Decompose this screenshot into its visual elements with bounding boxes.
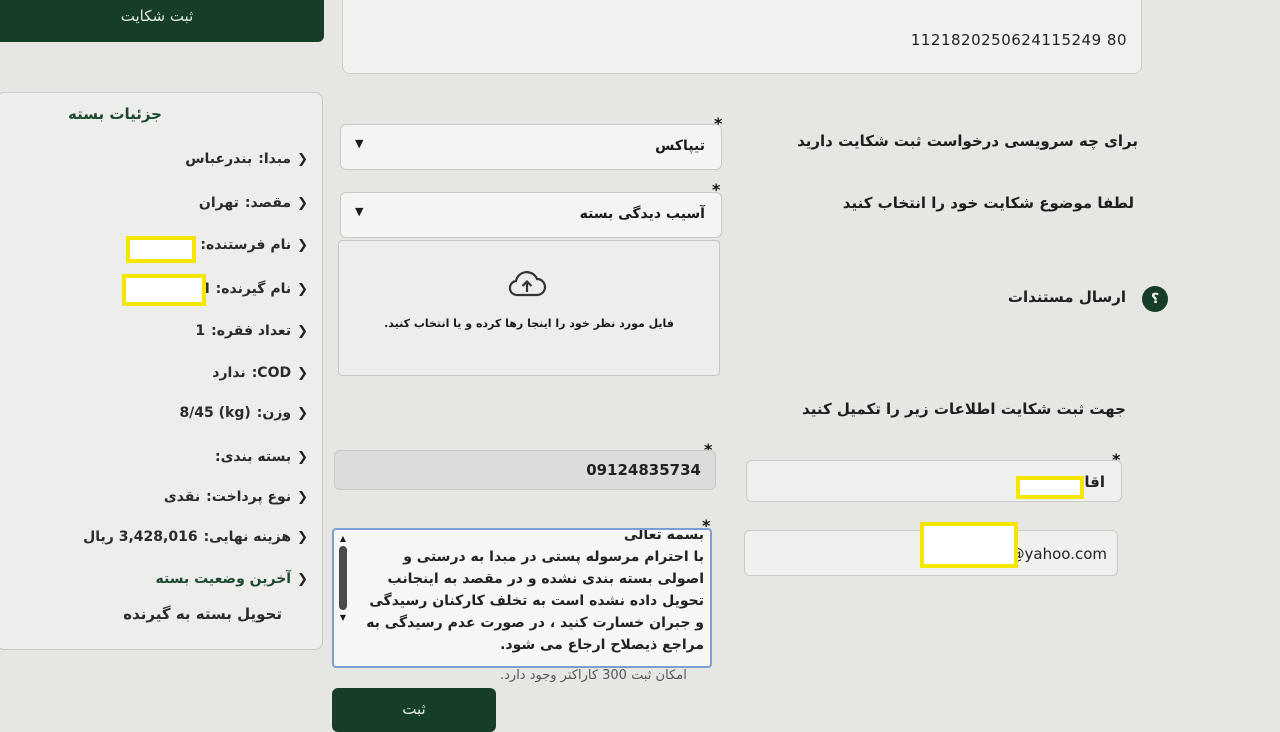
redaction-box (122, 274, 206, 306)
detail-destination: ❮ مقصد: تهران (199, 195, 308, 211)
submit-complaint-top-button[interactable]: ثبت شکایت (0, 0, 324, 42)
file-upload-dropzone[interactable]: فایل مورد نظر خود را اینجا رها کرده و یا… (338, 240, 720, 376)
phone-value: 09124835734 (586, 461, 701, 479)
topic-question-label: لطفا موضوع شکایت خود را انتخاب کنید (842, 194, 1134, 212)
detail-value: 1 (195, 323, 206, 339)
textarea-scrollbar[interactable]: ▲ ▼ (336, 534, 350, 642)
help-icon[interactable]: ؟ (1142, 286, 1168, 312)
detail-label: هزینه نهایی: (203, 529, 292, 545)
dropdown-arrow-icon: ▼ (355, 205, 364, 218)
detail-final-cost: ❮ هزینه نهایی: 3,428,016 ریال (83, 529, 308, 545)
complaint-message-text: بسمه تعالی با احترام مرسوله پستی در مبدا… (366, 528, 704, 653)
chevron-icon: ❮ (297, 405, 308, 421)
package-details-panel: جزئیات بسته ❮ مبدا: بندرعباس ❮ مقصد: تهر… (0, 92, 323, 650)
chevron-icon: ❮ (297, 529, 308, 545)
phone-input[interactable]: 09124835734 (334, 450, 716, 490)
redaction-box (920, 522, 1018, 568)
scroll-up-icon[interactable]: ▲ (336, 534, 350, 543)
help-symbol: ؟ (1150, 291, 1160, 307)
char-limit-note: امکان ثبت 300 کاراکتر وجود دارد. (500, 668, 687, 683)
service-select[interactable]: تیپاکس ▼ (340, 124, 722, 170)
tracking-number-value: 1121820250624115249 80 (910, 31, 1127, 49)
detail-value: بندرعباس (185, 151, 253, 167)
last-status-title: آخرین وضعیت بسته (155, 571, 292, 587)
detail-label: نوع پرداخت: (206, 489, 292, 505)
last-status-heading: ❮ آخرین وضعیت بسته (156, 571, 308, 587)
detail-receiver-name: ❮ نام گیرنده: اق (192, 281, 308, 297)
redaction-box (126, 236, 196, 263)
detail-payment-type: ❮ نوع پرداخت: نقدی (164, 489, 308, 505)
chevron-icon: ❮ (297, 489, 308, 505)
chevron-icon: ❮ (297, 237, 308, 253)
send-documents-label: ارسال مستندات (1007, 288, 1126, 306)
submit-label: ثبت (402, 700, 426, 718)
detail-label: نام گیرنده: (215, 281, 292, 297)
chevron-icon: ❮ (297, 151, 308, 167)
scroll-thumb[interactable] (339, 546, 347, 610)
detail-packaging: ❮ بسته بندی: (215, 449, 308, 465)
chevron-icon: ❮ (297, 449, 308, 465)
package-details-title: جزئیات بسته (68, 105, 162, 123)
chevron-icon: ❮ (297, 323, 308, 339)
chevron-icon: ❮ (297, 281, 308, 297)
detail-label: مبدا: (258, 151, 292, 167)
detail-weight: ❮ وزن: 8/45 (kg) (179, 405, 308, 421)
detail-value: تهران (198, 195, 239, 211)
complete-info-label: جهت ثبت شکایت اطلاعات زیر را تکمیل کنید (802, 400, 1126, 418)
chevron-icon: ❮ (297, 365, 308, 381)
submit-complaint-top-label: ثبت شکایت (120, 7, 194, 25)
detail-item-count: ❮ تعداد فقره: 1 (195, 323, 308, 339)
detail-label: تعداد فقره: (211, 323, 292, 339)
detail-label: نام فرستنده: (200, 237, 292, 253)
detail-origin: ❮ مبدا: بندرعباس (185, 151, 308, 167)
chevron-icon: ❮ (297, 195, 308, 211)
service-selected-value: تیپاکس (655, 138, 705, 154)
detail-label: مقصد: (244, 195, 292, 211)
upload-hint: فایل مورد نظر خود را اینجا رها کرده و یا… (384, 317, 674, 330)
redaction-box (1016, 476, 1084, 499)
complaint-message-textarea[interactable]: بسمه تعالی با احترام مرسوله پستی در مبدا… (332, 528, 712, 668)
detail-label: بسته بندی: (215, 449, 292, 465)
tracking-number-field[interactable]: 1121820250624115249 80 (342, 0, 1142, 74)
cloud-upload-icon (508, 271, 547, 297)
topic-selected-value: آسیب دیدگی بسته (579, 206, 705, 222)
detail-cod: ❮ COD: ندارد (212, 365, 308, 381)
email-value: @yahoo.com (1009, 545, 1107, 563)
submit-button[interactable]: ثبت (332, 688, 496, 732)
detail-value: 8/45 (kg) (179, 405, 251, 421)
detail-sender-name: ❮ نام فرستنده: ا (190, 237, 308, 253)
detail-value: 3,428,016 ریال (83, 529, 198, 545)
detail-label: وزن: (256, 405, 292, 421)
topic-select[interactable]: آسیب دیدگی بسته ▼ (340, 192, 722, 238)
dropdown-arrow-icon: ▼ (355, 137, 364, 150)
service-question-label: برای چه سرویسی درخواست ثبت شکایت دارید (797, 132, 1138, 150)
chevron-icon: ❮ (297, 571, 308, 587)
last-status-value: تحویل بسته به گیرنده (123, 605, 282, 623)
scroll-down-icon[interactable]: ▼ (336, 613, 350, 622)
detail-label: COD: (251, 365, 292, 381)
detail-value: نقدی (163, 489, 201, 505)
detail-value: ندارد (212, 365, 246, 381)
